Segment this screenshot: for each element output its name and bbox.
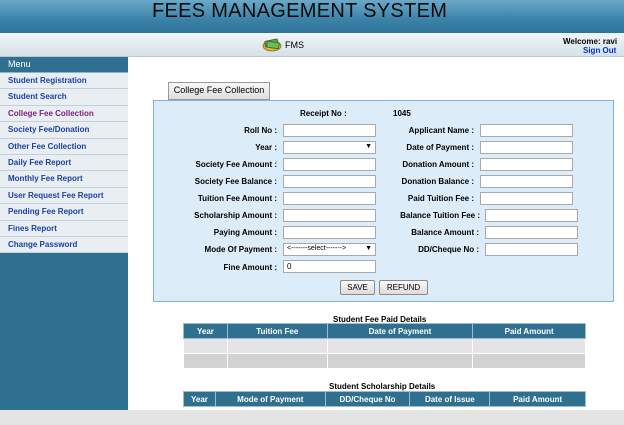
society-fee-balance-label: Society Fee Balance : [194,177,277,186]
mode-of-payment-select[interactable]: <-------select-------> ▼ [283,243,376,256]
sidebar-item-other-fee-collection[interactable]: Other Fee Collection [0,138,128,155]
date-of-payment-input[interactable] [480,141,573,154]
tuition-fee-amount-label: Tuition Fee Amount : [197,194,277,203]
paid-tuition-fee-input[interactable] [480,192,573,205]
tab-college-fee-collection[interactable]: College Fee Collection [168,82,270,100]
receipt-value: 1045 [393,109,411,118]
brand-label: FMS [285,40,304,50]
scholarship-table: Year Mode of Payment DD/Cheque No Date o… [183,391,586,407]
table-header-row: Year Tuition Fee Date of Payment Paid Am… [183,323,586,339]
balance-tuition-fee-label: Balance Tuition Fee : [400,211,480,220]
donation-balance-label: Donation Balance : [401,177,474,186]
sub-header [0,33,624,57]
society-fee-balance-input[interactable] [283,175,376,188]
donation-amount-label: Donation Amount : [402,160,474,169]
sidebar-item-student-search[interactable]: Student Search [0,89,128,106]
donation-amount-input[interactable] [480,158,573,171]
fee-paid-table: Year Tuition Fee Date of Payment Paid Am… [183,323,586,369]
refund-button[interactable]: REFUND [379,280,428,295]
column-header: DD/Cheque No [324,391,411,407]
society-fee-amount-label: Society Fee Amount : [195,160,278,169]
table-row [183,353,586,369]
column-header: Year [183,323,228,339]
sign-out-link[interactable]: Sign Out [583,46,616,55]
column-header: Date of Payment [326,323,474,339]
column-header: Mode of Payment [214,391,326,407]
applicant-name-label: Applicant Name : [408,126,474,135]
sidebar-item-fines-report[interactable]: Fines Report [0,220,128,237]
year-select[interactable]: ▼ [283,141,376,154]
sidebar-item-monthly-fee-report[interactable]: Monthly Fee Report [0,171,128,188]
column-header: Paid Amount [472,323,586,339]
column-header: Date of Issue [409,391,491,407]
paid-tuition-fee-label: Paid Tuition Fee : [407,194,474,203]
app-header: FEES MANAGEMENT SYSTEM [0,0,624,33]
app-title: FEES MANAGEMENT SYSTEM [152,0,448,22]
save-button[interactable]: SAVE [340,280,375,295]
column-header: Paid Amount [489,391,586,407]
sidebar-item-user-request-fee-report[interactable]: User Request Fee Report [0,187,128,205]
column-header: Tuition Fee [226,323,328,339]
balance-amount-label: Balance Amount : [411,228,479,237]
roll-no-input[interactable] [283,124,376,137]
footer-strip [0,410,624,425]
sidebar-item-pending-fee-report[interactable]: Pending Fee Report [0,204,128,221]
table-header-row: Year Mode of Payment DD/Cheque No Date o… [183,391,586,407]
dd-cheque-no-label: DD/Cheque No : [418,245,479,254]
roll-no-label: Roll No : [244,126,277,135]
fms-logo-icon [262,38,282,52]
scholarship-amount-label: Scholarship Amount : [194,211,277,220]
sidebar: Menu Student Registration Student Search… [0,57,128,410]
tuition-fee-amount-input[interactable] [283,192,376,205]
sidebar-item-student-registration[interactable]: Student Registration [0,73,128,90]
sidebar-item-society-fee-donation[interactable]: Society Fee/Donation [0,122,128,139]
year-label: Year : [255,143,277,152]
sidebar-item-daily-fee-report[interactable]: Daily Fee Report [0,154,128,172]
welcome-text: Welcome: ravi [563,37,618,46]
mode-of-payment-label: Mode Of Payment : [204,245,277,254]
paying-amount-input[interactable] [283,226,376,239]
balance-amount-input[interactable] [485,226,578,239]
date-of-payment-label: Date of Payment : [406,143,474,152]
fine-amount-input[interactable]: 0 [283,260,376,273]
paying-amount-label: Paying Amount : [213,228,277,237]
scholarship-table-title: Student Scholarship Details [329,382,436,391]
applicant-name-input[interactable] [480,124,573,137]
sidebar-item-college-fee-collection[interactable]: College Fee Collection [0,105,128,123]
table-row [183,338,586,354]
sidebar-item-change-password[interactable]: Change Password [0,236,128,254]
society-fee-amount-input[interactable] [283,158,376,171]
chevron-down-icon: ▼ [365,143,372,150]
receipt-label: Receipt No : [300,109,347,118]
column-header: Year [183,391,216,407]
menu-heading: Menu [0,57,128,73]
balance-tuition-fee-input[interactable] [485,209,578,222]
dd-cheque-no-input[interactable] [485,243,578,256]
donation-balance-input[interactable] [480,175,573,188]
chevron-down-icon: ▼ [365,245,372,252]
scholarship-amount-input[interactable] [283,209,376,222]
fine-amount-label: Fine Amount : [223,263,277,272]
